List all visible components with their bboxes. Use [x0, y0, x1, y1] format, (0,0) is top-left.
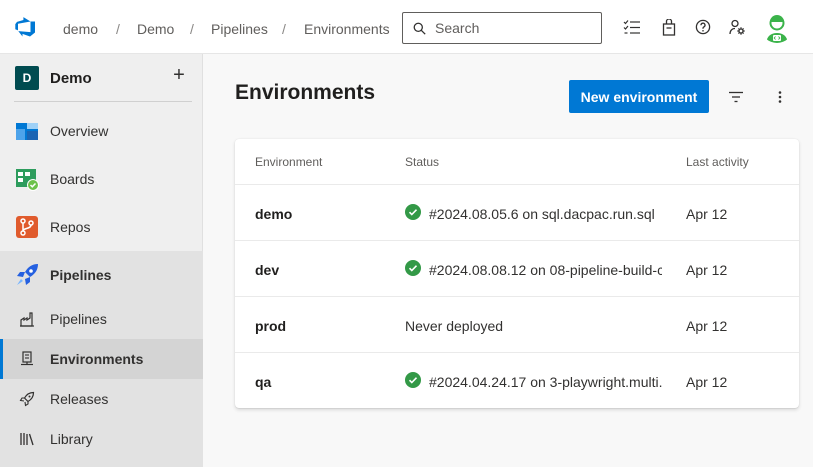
filter-icon[interactable]: [725, 86, 747, 108]
divider: [14, 101, 192, 102]
breadcrumb-environments[interactable]: Environments: [304, 21, 390, 37]
success-icon: [405, 372, 421, 388]
breadcrumb-pipelines[interactable]: Pipelines: [211, 21, 268, 37]
boards-icon: [16, 169, 39, 191]
library-icon: [20, 433, 34, 446]
last-activity: Apr 12: [686, 206, 728, 222]
user-settings-icon[interactable]: [727, 17, 747, 37]
sidebar-subitem-pipelines[interactable]: Pipelines: [0, 299, 203, 339]
environment-name[interactable]: prod: [255, 318, 286, 334]
search-icon: [413, 22, 426, 35]
breadcrumb-separator: /: [190, 21, 194, 37]
project-name: Demo: [50, 70, 92, 87]
table-row[interactable]: qa #2024.04.24.17 on 3-playwright.multi.…: [235, 352, 799, 408]
project-avatar: D: [15, 66, 39, 90]
page-title: Environments: [235, 81, 376, 104]
top-bar: demo / Demo / Pipelines / Environments: [0, 0, 813, 54]
column-header-environment[interactable]: Environment: [255, 155, 322, 169]
task-list-icon[interactable]: [622, 17, 642, 37]
last-activity: Apr 12: [686, 262, 728, 278]
success-icon: [405, 260, 421, 276]
search-box[interactable]: [402, 12, 602, 44]
overview-icon: [16, 123, 38, 140]
shopping-bag-icon[interactable]: [659, 17, 679, 37]
environment-name[interactable]: demo: [255, 206, 292, 222]
sidebar-item-label: Library: [50, 431, 93, 447]
sidebar-subitem-library[interactable]: Library: [0, 419, 203, 467]
sidebar-item-overview[interactable]: Overview: [0, 111, 203, 151]
environment-name[interactable]: dev: [255, 262, 279, 278]
pipelines-sub-icon: [20, 312, 34, 327]
sidebar-item-label: Boards: [50, 171, 95, 187]
table-row[interactable]: prod Never deployed Apr 12: [235, 296, 799, 352]
repos-icon: [16, 216, 38, 238]
breadcrumb-separator: /: [282, 21, 286, 37]
deployment-status[interactable]: #2024.04.24.17 on 3-playwright.multi.: [429, 374, 662, 390]
sidebar-item-label: Pipelines: [50, 311, 107, 327]
sidebar-subitem-releases[interactable]: Releases: [0, 379, 203, 419]
search-input[interactable]: [435, 19, 595, 37]
breadcrumb-separator: /: [116, 21, 120, 37]
breadcrumb-project[interactable]: Demo: [137, 21, 174, 37]
deployment-status[interactable]: #2024.08.05.6 on sql.dacpac.run.sql: [429, 206, 662, 222]
last-activity: Apr 12: [686, 318, 728, 334]
sidebar-item-label: Releases: [50, 391, 109, 407]
project-header[interactable]: D Demo +: [0, 54, 203, 102]
environments-icon: [21, 351, 33, 366]
pipelines-icon: [17, 264, 38, 285]
help-icon[interactable]: [693, 17, 713, 37]
azure-devops-logo[interactable]: [14, 15, 38, 39]
environment-name[interactable]: qa: [255, 374, 271, 390]
selection-indicator: [0, 339, 3, 379]
add-icon[interactable]: +: [170, 65, 188, 85]
releases-icon: [19, 391, 35, 407]
sidebar-item-boards[interactable]: Boards: [0, 159, 203, 199]
deployment-status: Never deployed: [405, 318, 504, 334]
table-row[interactable]: dev #2024.08.08.12 on 08-pipeline-build-…: [235, 240, 799, 296]
deployment-status[interactable]: #2024.08.08.12 on 08-pipeline-build-c: [429, 262, 662, 278]
sidebar-item-repos[interactable]: Repos: [0, 207, 203, 247]
sidebar-item-label: Environments: [50, 351, 144, 367]
sidebar-item-label: Repos: [50, 219, 91, 235]
user-avatar[interactable]: [761, 11, 793, 43]
table-row[interactable]: demo #2024.08.05.6 on sql.dacpac.run.sql…: [235, 184, 799, 240]
breadcrumb-organization[interactable]: demo: [63, 21, 98, 37]
column-header-status[interactable]: Status: [405, 155, 439, 169]
sidebar: D Demo + Overview Boards Repos Pipelines…: [0, 54, 203, 467]
sidebar-item-pipelines[interactable]: Pipelines: [0, 251, 203, 299]
more-options-icon[interactable]: [769, 86, 791, 108]
success-icon: [405, 204, 421, 220]
sidebar-item-label: Overview: [50, 123, 109, 139]
sidebar-subitem-environments[interactable]: Environments: [0, 339, 203, 379]
new-environment-button[interactable]: New environment: [569, 80, 709, 113]
sidebar-item-label: Pipelines: [50, 267, 112, 283]
environments-table: Environment Status Last activity demo #2…: [235, 139, 799, 408]
last-activity: Apr 12: [686, 374, 728, 390]
column-header-last-activity[interactable]: Last activity: [686, 155, 749, 169]
